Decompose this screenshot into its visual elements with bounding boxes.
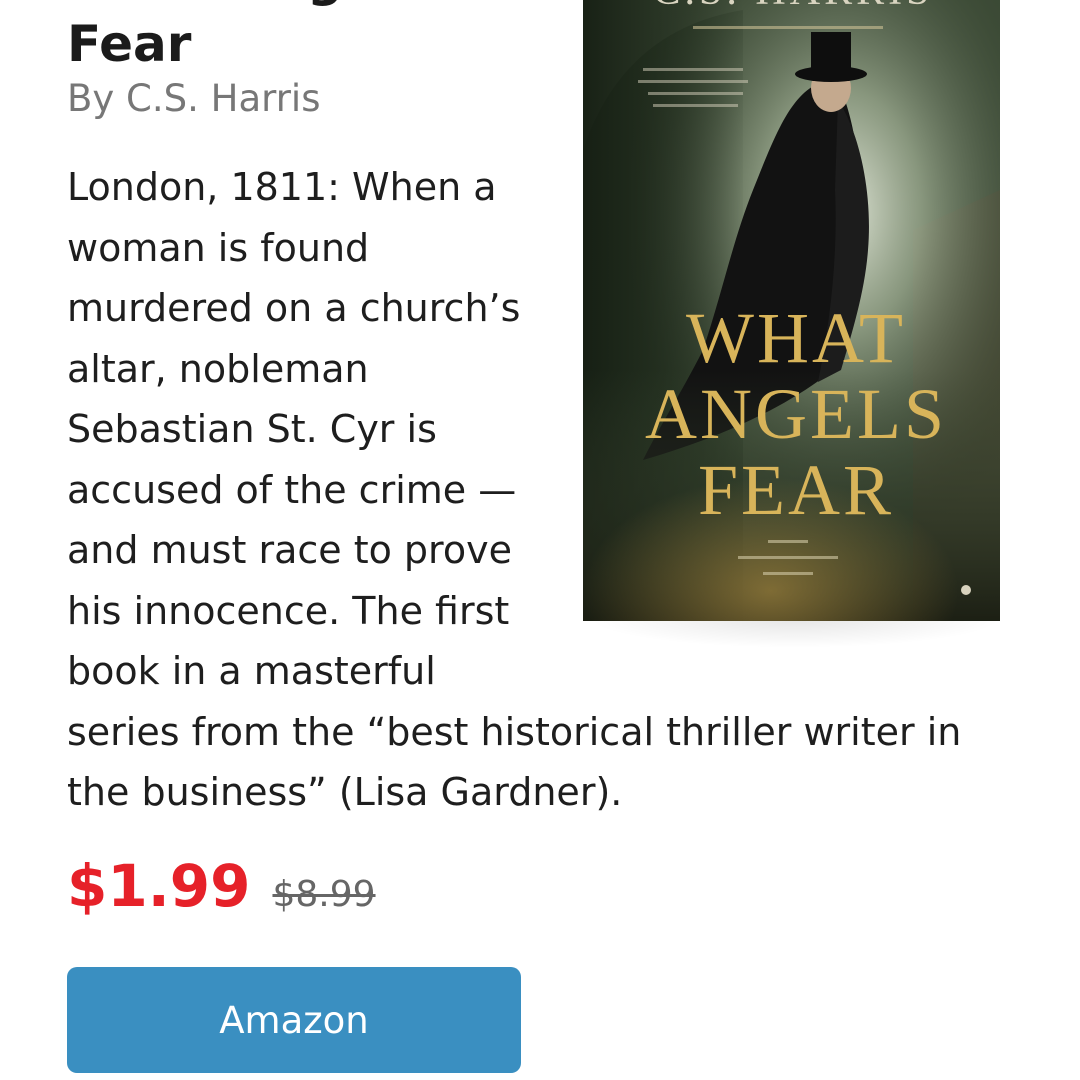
price-row: $1.99 $8.99 — [67, 848, 376, 928]
description-line: the business” (Lisa Gardner). — [67, 770, 623, 814]
book-title-line-1: What Angels — [67, 0, 567, 11]
book-title: What Angels Fear — [67, 0, 567, 77]
description-line: his innocence. The first — [67, 588, 510, 633]
description-line: and must race to prove — [67, 528, 512, 572]
description-line: London, 1811: When a — [67, 165, 497, 209]
book-description: London, 1811: When a woman is found murd… — [67, 157, 1027, 823]
book-author: By C.S. Harris — [67, 77, 321, 120]
description-line: Sebastian St. Cyr is — [67, 407, 437, 451]
amazon-buy-button[interactable]: Amazon — [67, 967, 521, 1073]
description-line: book in a masterful — [67, 649, 436, 693]
description-line: murdered on a church’s — [67, 286, 521, 330]
description-line: woman is found — [67, 225, 370, 270]
description-line: series from the “best historical thrille… — [67, 709, 962, 754]
description-line: accused of the crime — — [67, 467, 517, 512]
cover-author-text: C.S. HARRIS — [653, 0, 934, 14]
book-title-line-2: Fear — [67, 15, 192, 73]
description-line: altar, nobleman — [67, 346, 369, 391]
sale-price: $1.99 — [67, 852, 251, 920]
original-price: $8.99 — [272, 874, 376, 915]
